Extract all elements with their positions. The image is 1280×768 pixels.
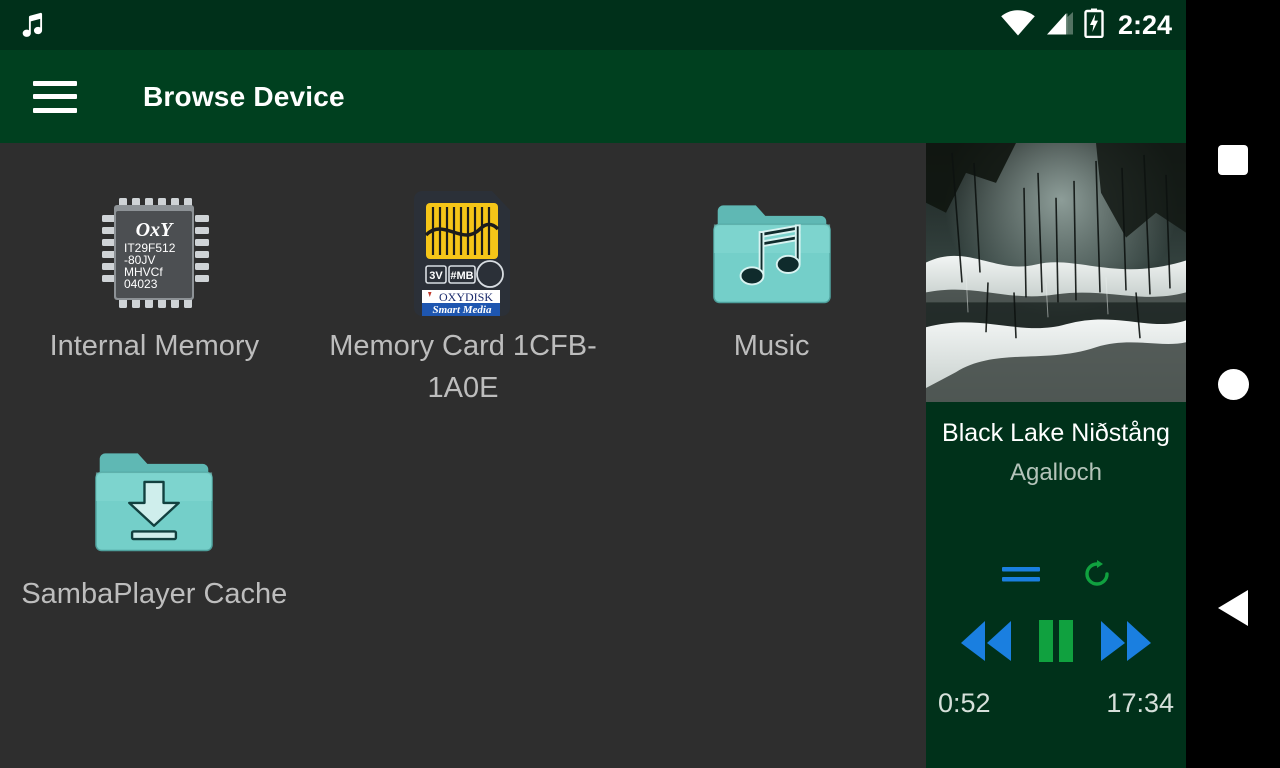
repeat-icon[interactable] xyxy=(1082,559,1112,594)
music-note-icon xyxy=(18,9,48,41)
grid-item-label: Internal Memory xyxy=(49,330,260,362)
hamburger-menu-icon[interactable] xyxy=(33,80,77,113)
back-triangle-icon[interactable] xyxy=(1218,590,1248,626)
home-circle-icon[interactable] xyxy=(1217,369,1249,400)
sd-type: Smart Media xyxy=(433,304,492,316)
fast-forward-icon[interactable] xyxy=(1097,617,1155,670)
now-playing-transport xyxy=(926,614,1186,672)
now-playing-times: 0:52 17:34 xyxy=(926,688,1186,719)
status-bar-notifications xyxy=(18,9,1000,41)
page-title: Browse Device xyxy=(143,80,345,112)
grid-item-label: Memory Card 1CFB-1A0E xyxy=(329,330,597,404)
grid-item-label: SambaPlayer Cache xyxy=(21,578,288,610)
sd-card-icon: 3V #MB OXYDISK Smart Media xyxy=(403,190,523,316)
hamburger-bar-2 xyxy=(33,94,77,99)
wifi-icon xyxy=(1000,9,1036,42)
status-bar: 2:24 xyxy=(0,0,1186,50)
shuffle-off-icon[interactable] xyxy=(1000,561,1042,592)
sd-brand: OXYDISK xyxy=(439,290,493,304)
grid-item-internal-memory[interactable]: OxY IT29F512 -80JV MHVCf 04023 Internal … xyxy=(0,161,309,409)
status-bar-icons: 2:24 xyxy=(1000,8,1172,43)
now-playing-modes xyxy=(926,559,1186,594)
grid-item-sambaplayer-cache[interactable]: SambaPlayer Cache xyxy=(0,409,309,615)
pause-icon[interactable] xyxy=(1035,617,1077,670)
duration-time: 17:34 xyxy=(1106,688,1174,718)
sd-capacity: #MB xyxy=(451,270,474,282)
rewind-icon[interactable] xyxy=(957,617,1015,670)
grid-item-music[interactable]: Music xyxy=(617,161,926,409)
app-toolbar: Browse Device xyxy=(0,50,1186,143)
hamburger-bar-1 xyxy=(33,80,77,86)
music-folder-icon xyxy=(712,193,832,313)
memory-chip-icon: OxY IT29F512 -80JV MHVCf 04023 xyxy=(94,193,214,313)
android-screen: 2:24 Browse Device OxY IT29F512 -80JV MH… xyxy=(0,0,1280,768)
cell-signal-icon xyxy=(1045,9,1075,42)
now-playing-title: Black Lake Niðstång xyxy=(942,419,1170,447)
battery-charging-icon xyxy=(1084,8,1104,43)
chip-line4: 04023 xyxy=(124,277,158,291)
chip-brand: OxY xyxy=(136,219,174,241)
file-grid: OxY IT29F512 -80JV MHVCf 04023 Internal … xyxy=(0,143,926,615)
download-folder-icon xyxy=(94,441,214,561)
status-bar-clock: 2:24 xyxy=(1117,9,1172,40)
recents-square-icon[interactable] xyxy=(1218,145,1248,175)
elapsed-time: 0:52 xyxy=(938,688,991,718)
now-playing-panel: Black Lake Niðstång Agalloch 0:52 17:34 xyxy=(926,143,1186,768)
android-nav-bar xyxy=(1186,0,1280,768)
file-browser-area: OxY IT29F512 -80JV MHVCf 04023 Internal … xyxy=(0,143,926,768)
album-art-snowy-forest[interactable] xyxy=(926,143,1186,402)
grid-item-label: Music xyxy=(733,330,810,362)
sd-voltage: 3V xyxy=(430,270,444,282)
grid-item-memory-card[interactable]: 3V #MB OXYDISK Smart Media Memory Card 1… xyxy=(309,161,618,409)
hamburger-bar-3 xyxy=(33,107,77,113)
now-playing-artist: Agalloch xyxy=(1009,459,1103,486)
